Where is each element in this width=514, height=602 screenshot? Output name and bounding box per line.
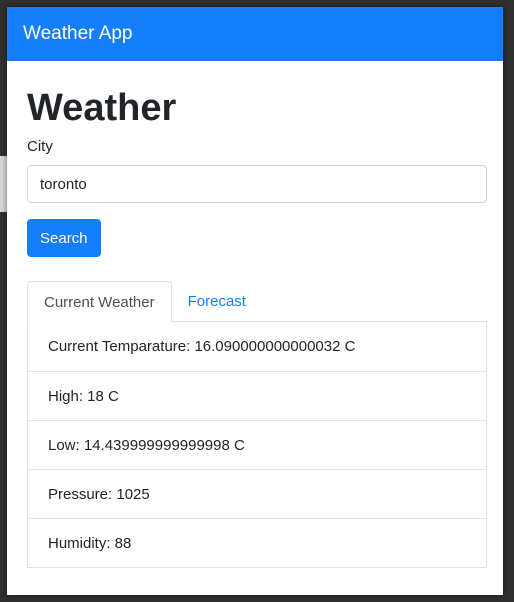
- humidity-item: Humidity: 88: [28, 518, 486, 567]
- weather-app-window: Weather App Weather City Search Current …: [7, 7, 503, 595]
- current-temperature-item: Current Temparature: 16.090000000000032 …: [48, 338, 356, 355]
- tab-forecast[interactable]: Forecast: [172, 281, 262, 322]
- city-input[interactable]: [27, 165, 487, 203]
- search-button[interactable]: Search: [27, 219, 101, 257]
- weather-tabs: Current Weather Forecast: [27, 281, 487, 323]
- high-temperature-item: High: 18 C: [28, 371, 486, 420]
- tab-current-weather[interactable]: Current Weather: [27, 281, 172, 323]
- low-temperature-item: Low: 14.439999999999998 C: [28, 420, 486, 469]
- current-weather-list: Current Temparature: 16.090000000000032 …: [27, 322, 487, 568]
- main-content: Weather City Search Current Weather Fore…: [7, 85, 503, 568]
- pressure-item: Pressure: 1025: [28, 469, 486, 518]
- navbar-brand-link[interactable]: Weather App: [23, 23, 133, 45]
- page-title: Weather: [27, 87, 177, 129]
- navbar: Weather App: [7, 7, 503, 61]
- city-label: City: [27, 138, 53, 155]
